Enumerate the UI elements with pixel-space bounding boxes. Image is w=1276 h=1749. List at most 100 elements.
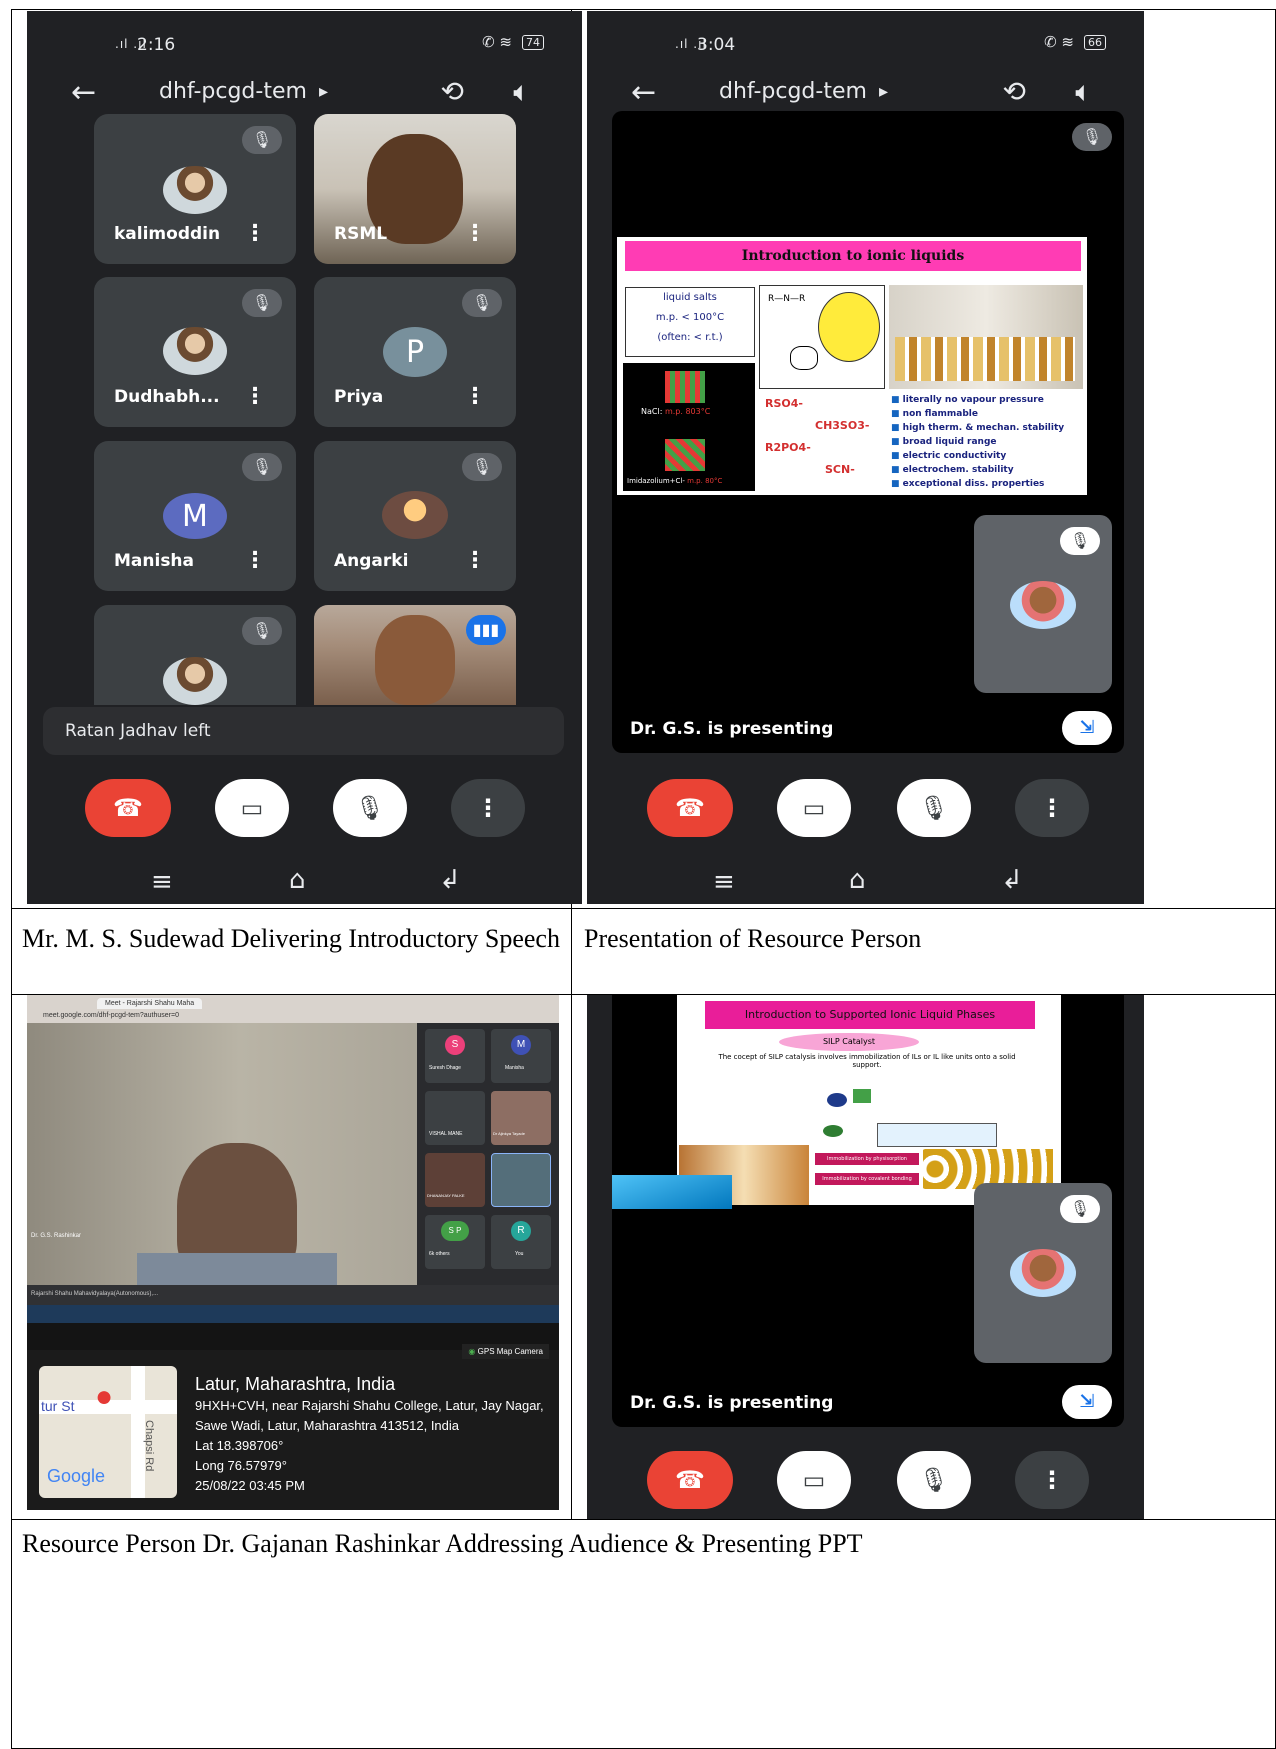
meet-window: Dr. G.S. Rashinkar S Suresh Dhage M Mani… [27,1023,559,1323]
home-icon[interactable]: ⌂ [849,865,866,895]
more-options-icon[interactable]: ⋮ [464,384,486,409]
slide-definition-box: liquid salts m.p. < 100°C (often: < r.t.… [625,287,755,357]
more-options-icon[interactable]: ⋮ [244,548,266,573]
back-icon[interactable]: ↲ [1001,865,1023,895]
end-call-button[interactable]: ☎ [85,779,171,837]
presenting-label: Dr. G.S. is presenting [630,719,834,739]
browser-tab[interactable]: Meet - Rajarshi Shahu Maha [97,998,203,1009]
avatar [163,657,227,705]
row-divider [11,1519,1276,1520]
slide-bullet: ■ electric conductivity [891,451,1007,461]
back-arrow-icon[interactable]: ← [631,75,656,110]
slide-text: R2PO4- [765,441,811,454]
caption-presentation: Presentation of Resource Person [584,924,922,953]
participant-name: Dr Ajinkya Tayade [493,1131,525,1136]
anion-list: RSO4- CH3SO3- R2PO4- SCN- [759,393,885,493]
participant-tile[interactable]: 🎙︎ Angarki ⋮ [314,441,516,591]
vials [895,337,1075,381]
gps-map-camera-overlay: ◉ GPS Map Camera tur St Chapsi Rd ● Goog… [27,1344,559,1510]
caption-resource-person: Resource Person Dr. Gajanan Rashinkar Ad… [22,1529,863,1558]
gps-latitude: Lat 18.398706° [195,1438,284,1453]
participant-tile[interactable]: 🎙︎ Dudhabh... ⋮ [94,277,296,427]
meeting-code[interactable]: dhf-pcgd-tem [159,79,307,104]
participant-tile[interactable]: S Suresh Dhage [425,1029,485,1083]
participant-tile[interactable]: R You [491,1215,551,1269]
participant-tile[interactable]: 🎙︎ [94,605,296,705]
participant-tile[interactable]: S P 6k others [425,1215,485,1269]
participant-tile[interactable]: 🎙︎ P Priya ⋮ [314,277,516,427]
more-options-button[interactable]: ⋮ [451,779,525,837]
participant-tile[interactable]: 🎙︎ M Manisha ⋮ [94,441,296,591]
mic-off-button[interactable]: 🎙︎ [897,779,971,837]
meet-presenting-screenshot-2: Introduction to Supported Ionic Liquid P… [587,995,1144,1519]
participant-tile-video[interactable]: ▮▮▮ [314,605,516,705]
avatar: S P [441,1221,469,1241]
camera-off-button[interactable]: ▭ [777,1451,851,1509]
end-call-button[interactable]: ☎ [647,779,733,837]
slide-decoration [612,1175,732,1209]
back-arrow-icon[interactable]: ← [71,75,96,110]
exit-fullscreen-icon[interactable]: ⇲ [1062,1385,1112,1419]
participant-name: DHANANJAY PALKE [427,1193,465,1198]
switch-camera-icon[interactable]: ⟲ [441,75,464,108]
meet-presenting-screenshot: .ıl .ıl 3:04 ✆ ≋ 66 ← dhf-pcgd-tem ▸ ⟲ 🔈︎… [587,11,1144,904]
immobilization-arrow: Immobilization by covalent bonding [815,1173,919,1185]
avatar [163,166,227,214]
more-options-icon[interactable]: ⋮ [464,548,486,573]
column-divider-lower [571,994,572,1519]
android-nav-bar: ≡ ⌂ ↲ [587,861,1144,904]
map-thumbnail: tur St Chapsi Rd ● Google [39,1366,177,1498]
map-pin-icon: ● [95,1380,114,1413]
more-options-icon[interactable]: ⋮ [244,221,266,246]
camera-off-button[interactable]: ▭ [215,779,289,837]
more-options-button[interactable]: ⋮ [1015,779,1089,837]
self-view-tile[interactable]: 🎙︎ [974,1183,1112,1363]
participant-name: Dudhabh... [114,387,220,407]
gps-details: Latur, Maharashtra, India 9HXH+CVH, near… [195,1372,545,1496]
end-call-button[interactable]: ☎ [647,1451,733,1509]
slide-text: liquid salts [663,292,717,303]
camera-off-button[interactable]: ▭ [777,779,851,837]
menu-icon[interactable]: ≡ [713,867,735,897]
home-icon[interactable]: ⌂ [289,865,306,895]
meet-grid-screenshot: .ıl .ıl 2:16 ✆ ≋ 74 ← dhf-pcgd-tem ▸ ⟲ 🔈︎… [27,11,582,904]
participant-tile[interactable]: Dr Ajinkya Tayade [491,1091,551,1145]
address-bar[interactable]: meet.google.com/dhf-pcgd-tem?authuser=0 [43,1012,179,1019]
participant-tile-video[interactable]: RSML ⋮ [314,114,516,264]
pyrrolidinium-ring [790,346,818,370]
more-options-icon[interactable]: ⋮ [244,384,266,409]
participant-face [375,615,455,705]
wifi-icon: ✆ ≋ [482,33,512,51]
more-options-icon[interactable]: ⋮ [464,221,486,246]
back-icon[interactable]: ↲ [439,865,461,895]
participant-tile[interactable]: VISHAL MANE [425,1091,485,1145]
participant-tile[interactable]: 🎙︎ kalimoddin ⋮ [94,114,296,264]
exit-fullscreen-icon[interactable]: ⇲ [1062,711,1112,745]
participant-tile[interactable] [491,1153,551,1207]
shared-slide: Introduction to Supported Ionic Liquid P… [677,995,1061,1205]
slide-title: Introduction to ionic liquids [625,241,1081,271]
caret-right-icon[interactable]: ▸ [319,81,328,102]
more-options-button[interactable]: ⋮ [1015,1451,1089,1509]
meeting-code[interactable]: dhf-pcgd-tem [719,79,867,104]
participant-tile[interactable]: DHANANJAY PALKE [425,1153,485,1207]
speaker-icon[interactable]: 🔈︎ [1075,75,1092,109]
speaking-indicator-icon: ▮▮▮ [466,615,506,645]
avatar: P [383,327,447,377]
participant-name: kalimoddin [114,224,221,244]
slide-text: (often: < r.t.) [657,332,723,343]
mic-off-button[interactable]: 🎙︎ [897,1451,971,1509]
laptop-photo: Meet - Rajarshi Shahu Maha meet.google.c… [27,995,559,1510]
mic-off-icon: 🎙︎ [1072,123,1112,151]
avatar [1010,581,1076,629]
speaker-icon[interactable]: 🔈︎ [513,75,530,109]
switch-camera-icon[interactable]: ⟲ [1003,75,1026,108]
menu-icon[interactable]: ≡ [151,867,173,897]
avatar: M [511,1035,531,1055]
caret-right-icon[interactable]: ▸ [879,81,888,102]
status-time: 2:16 [137,35,176,55]
participant-tile[interactable]: M Manisha [491,1029,551,1083]
mic-off-button[interactable]: 🎙︎ [333,779,407,837]
self-view-tile[interactable]: 🎙︎ [974,515,1112,693]
battery-level: 74 [522,34,544,50]
